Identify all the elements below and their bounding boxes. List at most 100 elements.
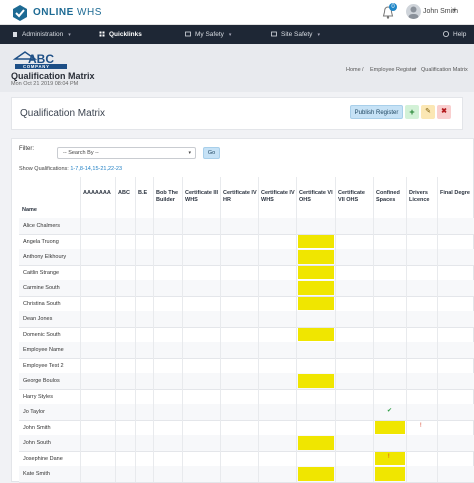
nav-item-administration[interactable]: Administration ▾ xyxy=(12,25,71,44)
column-header-cert7ohs[interactable]: Certificate VII OHS xyxy=(338,190,372,204)
column-header-drivers[interactable]: Drivers Licence xyxy=(409,190,436,204)
qualification-cell-highlight[interactable] xyxy=(298,436,334,450)
column-header-confined[interactable]: Confined Spaces xyxy=(376,190,405,204)
nav-label: Administration xyxy=(22,31,64,38)
chevron-down-icon: ▾ xyxy=(68,32,71,38)
employee-name[interactable]: Anthony Elkhoury xyxy=(23,254,66,260)
employee-name[interactable]: Domenic South xyxy=(23,332,61,338)
chevron-down-icon: ▾ xyxy=(188,150,191,156)
nav-item-help[interactable]: Help xyxy=(443,25,466,44)
qualification-cell-highlight[interactable] xyxy=(375,451,405,465)
brand-light: WHS xyxy=(73,7,102,18)
employee-name[interactable]: Employee Name xyxy=(23,347,64,353)
employee-name[interactable]: Josephine Dane xyxy=(23,456,63,462)
qualification-cell-highlight[interactable] xyxy=(298,467,334,481)
nav-label: Site Safety xyxy=(281,31,313,38)
employee-name[interactable]: Alice Chalmers xyxy=(23,223,60,229)
qualification-cell-highlight[interactable] xyxy=(375,467,405,481)
site-icon xyxy=(271,31,277,37)
column-divider xyxy=(335,177,336,482)
nav-label: Help xyxy=(453,31,467,38)
panel-title: Qualification Matrix xyxy=(20,108,106,119)
employee-name[interactable]: Christina South xyxy=(23,301,61,307)
user-avatar-icon xyxy=(408,6,419,19)
chevron-down-icon: ▾ xyxy=(317,32,320,38)
column-header-cert4whs[interactable]: Certificate IV WHS xyxy=(261,190,295,204)
column-divider xyxy=(296,177,297,482)
filter-label: Filter: xyxy=(19,146,34,152)
column-divider xyxy=(258,177,259,482)
breadcrumb-employee-register[interactable]: Employee Register xyxy=(370,67,416,73)
show-qualifications-links[interactable]: 1-7,8-14,15-21,22-23 xyxy=(70,166,122,172)
column-header-bob[interactable]: Bob The Builder xyxy=(156,190,181,204)
employee-name[interactable]: Carmine South xyxy=(23,285,60,291)
column-divider xyxy=(153,177,154,482)
employee-name[interactable]: Angela Truong xyxy=(23,239,59,245)
page-title: Qualification Matrix xyxy=(11,71,95,81)
qualification-cell-highlight[interactable] xyxy=(298,296,334,310)
safety-icon xyxy=(185,31,191,37)
qualification-cell-highlight[interactable] xyxy=(298,281,334,295)
column-header-cert4hr[interactable]: Certificate IV HR xyxy=(223,190,257,204)
employee-name[interactable]: George Boulos xyxy=(23,378,60,384)
column-header-aaaaaaa[interactable]: AAAAAAA xyxy=(83,190,114,197)
nav-item-my-safety[interactable]: My Safety ▾ xyxy=(185,25,231,44)
nav-label: Quicklinks xyxy=(109,31,142,38)
column-header-cert_vi_ohs[interactable]: Certificate VI OHS xyxy=(299,190,334,204)
qualification-cell-highlight[interactable] xyxy=(298,265,334,279)
employee-name[interactable]: Employee Test 2 xyxy=(23,363,64,369)
delete-button[interactable]: ✖ xyxy=(437,105,451,119)
avatar[interactable] xyxy=(406,4,421,19)
search-by-select[interactable]: -- Search By -- ▾ xyxy=(57,147,196,159)
breadcrumb-separator: / xyxy=(362,67,364,73)
employee-name[interactable]: Jo Taylor xyxy=(23,409,45,415)
breadcrumb-current: Qualification Matrix xyxy=(421,67,468,73)
user-menu-caret-icon[interactable]: ▾ xyxy=(453,7,456,14)
column-divider xyxy=(115,177,116,482)
breadcrumb-home[interactable]: Home xyxy=(346,67,361,73)
column-header-cert3whs[interactable]: Certificate III WHS xyxy=(185,190,219,204)
employee-name[interactable]: Kate Smith xyxy=(23,471,50,477)
publish-register-button[interactable]: Publish Register xyxy=(350,105,403,119)
column-header-be[interactable]: B.E xyxy=(138,190,152,197)
qualification-cell-highlight[interactable] xyxy=(298,250,334,264)
building-icon xyxy=(13,32,17,37)
column-header-abc[interactable]: ABC xyxy=(118,190,134,197)
breadcrumb-separator: / xyxy=(414,67,416,73)
nav-item-site-safety[interactable]: Site Safety ▾ xyxy=(271,25,320,44)
qualification-cell-highlight[interactable] xyxy=(298,374,334,388)
employee-name[interactable]: Harry Styles xyxy=(23,394,53,400)
logo-icon[interactable] xyxy=(11,4,29,22)
column-header-name[interactable]: Name xyxy=(22,207,79,214)
warning-icon: ǃ xyxy=(388,453,390,460)
column-divider xyxy=(182,177,183,482)
company-logo-sub: COMPANY xyxy=(23,64,50,69)
page-date: Mon Oct 21 2019 08:04 PM xyxy=(11,81,79,87)
column-divider xyxy=(373,177,374,482)
employee-name[interactable]: Caitlin Strange xyxy=(23,270,59,276)
edit-button[interactable]: ✎ xyxy=(421,105,435,119)
column-header-final[interactable]: Final Degre xyxy=(440,190,473,197)
employee-name[interactable]: John Smith xyxy=(23,425,51,431)
column-divider xyxy=(80,177,81,482)
show-qualifications-label: Show Qualifications: xyxy=(19,166,69,172)
qualification-cell-highlight[interactable] xyxy=(298,327,334,341)
nav-item-quicklinks[interactable]: Quicklinks xyxy=(99,25,142,44)
add-button[interactable]: + xyxy=(405,105,419,119)
column-divider xyxy=(220,177,221,482)
check-icon: ✔ xyxy=(387,408,393,414)
qualification-cell-highlight[interactable] xyxy=(298,234,334,248)
nav-label: My Safety xyxy=(195,31,224,38)
employee-name[interactable]: Dean Jones xyxy=(23,316,52,322)
column-divider xyxy=(135,177,136,482)
brand-strong: ONLINE xyxy=(33,7,74,18)
go-button[interactable]: Go xyxy=(203,147,220,159)
quicklinks-icon xyxy=(99,31,105,37)
employee-name[interactable]: John South xyxy=(23,440,51,446)
brand-name[interactable]: ONLINE WHS xyxy=(33,7,102,18)
select-value: -- Search By -- xyxy=(63,150,99,156)
qualification-cell-highlight[interactable] xyxy=(375,420,405,434)
main-nav: Administration ▾ Quicklinks My Safety ▾ Si… xyxy=(0,25,474,44)
warning-icon: ǃ xyxy=(420,422,422,429)
chevron-down-icon: ▾ xyxy=(228,32,232,38)
